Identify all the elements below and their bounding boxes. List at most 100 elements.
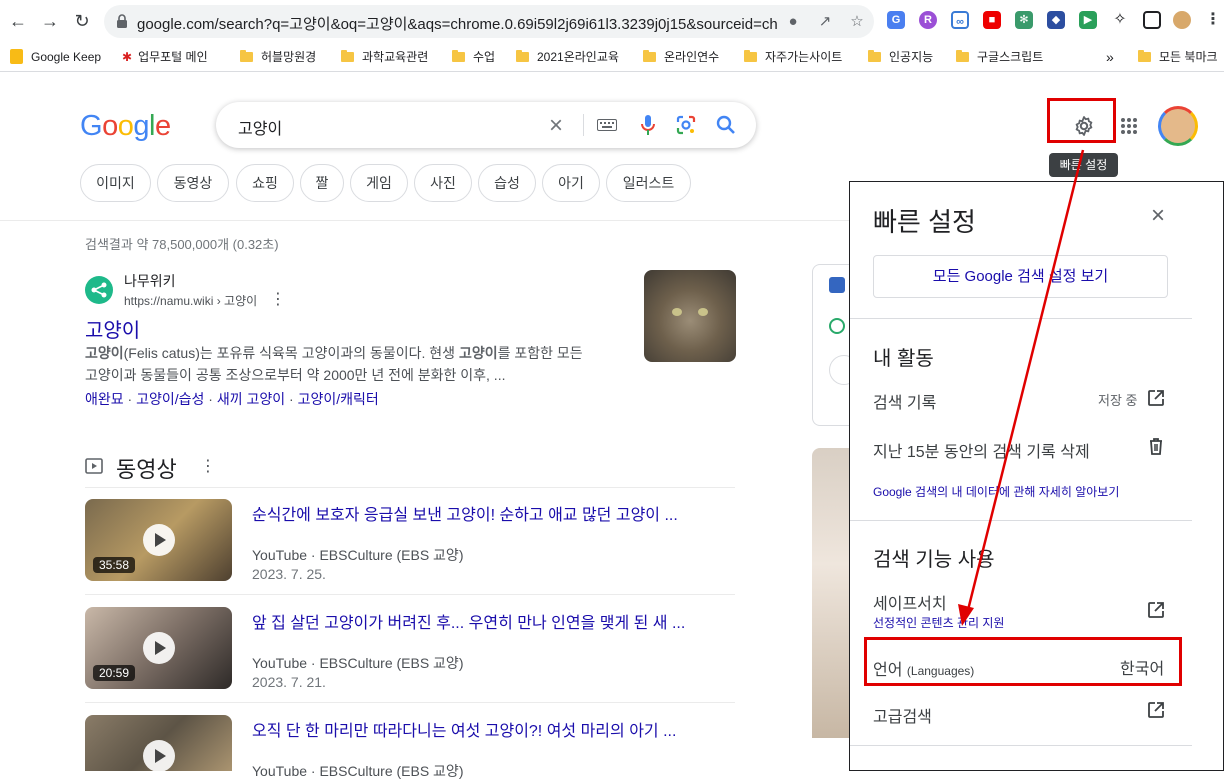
- video-thumbnail[interactable]: 20:59: [85, 607, 232, 689]
- bookmarks-overflow-button[interactable]: »: [1106, 48, 1114, 66]
- reload-icon[interactable]: ↻: [72, 11, 92, 31]
- videos-more-icon[interactable]: ⋮: [200, 456, 216, 476]
- sitelink[interactable]: 새끼 고양이: [217, 391, 285, 407]
- profile-avatar[interactable]: [1173, 11, 1191, 29]
- google-logo[interactable]: Google: [80, 110, 171, 143]
- bookmark-all-bookmarks[interactable]: 모든 북마크: [1138, 48, 1218, 66]
- folder-icon: [868, 50, 881, 62]
- link-extension-icon[interactable]: ∞: [951, 11, 969, 29]
- browser-toolbar: ← → ↻ google.com/search?q=고양이&oq=고양이&aqs…: [0, 0, 1224, 42]
- safesearch-item[interactable]: 세이프서치: [873, 590, 947, 614]
- bookmark-folder-training[interactable]: 온라인연수: [643, 48, 719, 66]
- cat-eye: [698, 308, 708, 316]
- settings-tooltip: 빠른 설정: [1049, 153, 1118, 177]
- result-sitelinks: 애완묘 · 고양이/습성 · 새끼 고양이 · 고양이/캐릭터: [85, 391, 379, 407]
- delete-15min-item[interactable]: 지난 15분 동안의 검색 기록 삭제: [873, 438, 1090, 462]
- open-external-icon[interactable]: [1146, 600, 1166, 620]
- folder-icon: [516, 50, 529, 62]
- back-icon[interactable]: ←: [8, 11, 28, 31]
- chip-photos[interactable]: 사진: [414, 164, 472, 202]
- chip-meme[interactable]: 짤: [300, 164, 344, 202]
- play-icon: [143, 632, 175, 664]
- folder-icon: [1138, 50, 1151, 62]
- video-divider: [85, 594, 735, 595]
- bookmark-folder-ai[interactable]: 인공지능: [868, 48, 933, 66]
- forward-icon[interactable]: →: [40, 11, 60, 31]
- bookmark-folder-science[interactable]: 과학교육관련: [341, 48, 428, 66]
- lens-icon[interactable]: [676, 115, 696, 135]
- mic-icon[interactable]: [641, 114, 655, 136]
- result-title-link[interactable]: 고양이: [85, 314, 140, 343]
- search-icon[interactable]: [716, 115, 736, 135]
- open-external-icon[interactable]: [1146, 700, 1166, 720]
- all-settings-button[interactable]: 모든 Google 검색 설정 보기: [873, 255, 1168, 298]
- videos-header: 동영상: [116, 457, 177, 482]
- search-input[interactable]: 고양이: [238, 115, 282, 139]
- result-cat-thumbnail[interactable]: [644, 270, 736, 362]
- bookmark-folder-class[interactable]: 수업: [452, 48, 495, 66]
- sitelink[interactable]: 고양이/습성: [136, 391, 204, 407]
- chip-images[interactable]: 이미지: [80, 164, 151, 202]
- bookmark-folder-script[interactable]: 구글스크립트: [956, 48, 1043, 66]
- video-source: YouTube · EBSCulture (EBS 교양): [252, 763, 464, 779]
- close-icon[interactable]: ×: [1146, 204, 1170, 228]
- address-bar[interactable]: google.com/search?q=고양이&oq=고양이&aqs=chrom…: [104, 5, 874, 38]
- sitelink[interactable]: 애완묘: [85, 391, 124, 407]
- extension-purple-icon[interactable]: R: [919, 11, 937, 29]
- chip-shopping[interactable]: 쇼핑: [236, 164, 294, 202]
- videos-top-divider: [85, 487, 735, 488]
- video-thumbnail[interactable]: 35:58: [85, 499, 232, 581]
- share-icon[interactable]: ↗: [816, 13, 834, 31]
- trash-icon[interactable]: [1146, 436, 1166, 456]
- video-title-link[interactable]: 오직 단 한 마리만 따라다니는 여섯 고양이?! 여섯 마리의 아기 ...: [252, 717, 676, 741]
- result-more-icon[interactable]: ⋮: [270, 289, 286, 309]
- chip-videos[interactable]: 동영상: [157, 164, 229, 202]
- video-title-link[interactable]: 순식간에 보호자 응급실 보낸 고양이! 순하고 애교 많던 고양이 ...: [252, 501, 678, 525]
- features-header: 검색 기능 사용: [873, 549, 995, 571]
- keyboard-icon[interactable]: [597, 119, 617, 131]
- open-external-icon[interactable]: [1146, 388, 1166, 408]
- video-divider: [85, 702, 735, 703]
- search-box[interactable]: 고양이 ×: [216, 102, 756, 148]
- apps-grid-icon[interactable]: [1120, 117, 1138, 135]
- video-title-link[interactable]: 앞 집 살던 고양이가 버려진 후... 우연히 만나 인연을 맺게 된 새 .…: [252, 609, 685, 633]
- chip-habits[interactable]: 습성: [478, 164, 536, 202]
- video-date: 2023. 7. 25.: [252, 566, 326, 582]
- chatgpt-extension-icon[interactable]: ✻: [1015, 11, 1033, 29]
- annotation-language-highlight: [864, 637, 1182, 686]
- chip-illustration[interactable]: 일러스트: [606, 164, 691, 202]
- bookmark-portal[interactable]: ✱ 업무포털 메인: [122, 48, 208, 66]
- chrome-menu-icon[interactable]: ⋮: [1204, 11, 1222, 29]
- address-url[interactable]: google.com/search?q=고양이&oq=고양이&aqs=chrom…: [137, 13, 777, 34]
- bookmark-star-icon[interactable]: ☆: [848, 13, 866, 31]
- folder-icon: [240, 50, 253, 62]
- bookmark-google-keep[interactable]: Google Keep: [10, 48, 101, 66]
- panel-divider: [850, 745, 1192, 746]
- data-learn-more-link[interactable]: Google 검색의 내 데이터에 관해 자세히 알아보기: [873, 483, 1119, 500]
- chip-baby[interactable]: 아기: [542, 164, 600, 202]
- cat-eye: [672, 308, 682, 316]
- clear-icon[interactable]: ×: [549, 112, 563, 140]
- video-thumbnail[interactable]: [85, 715, 232, 771]
- side-knowledge-image[interactable]: [812, 448, 852, 738]
- chip-games[interactable]: 게임: [350, 164, 408, 202]
- namu-favicon: [85, 276, 113, 304]
- extensions-puzzle-icon[interactable]: ✧: [1111, 11, 1129, 29]
- bookmark-folder-hubble[interactable]: 허블망원경: [240, 48, 316, 66]
- account-avatar[interactable]: [1158, 106, 1198, 146]
- folder-icon: [341, 50, 354, 62]
- side-panel-icon[interactable]: [1143, 11, 1161, 29]
- adblock-extension-icon[interactable]: ■: [983, 11, 1001, 29]
- bookmark-folder-online2021[interactable]: 2021온라인교육: [516, 48, 619, 66]
- video-extension-icon[interactable]: ▶: [1079, 11, 1097, 29]
- result-site-name: 나무위키: [124, 273, 176, 289]
- sitelink[interactable]: 고양이/캐릭터: [298, 391, 379, 407]
- activity-header: 내 활동: [873, 348, 934, 370]
- location-icon[interactable]: ●: [784, 13, 802, 31]
- advanced-search-item[interactable]: 고급검색: [873, 703, 932, 727]
- translate-extension-icon[interactable]: G: [887, 11, 905, 29]
- result-stats: 검색결과 약 78,500,000개 (0.32초): [85, 237, 279, 252]
- extension-blue-icon[interactable]: ◆: [1047, 11, 1065, 29]
- search-history-item[interactable]: 검색 기록: [873, 389, 936, 413]
- bookmark-folder-frequent[interactable]: 자주가는사이트: [744, 48, 842, 66]
